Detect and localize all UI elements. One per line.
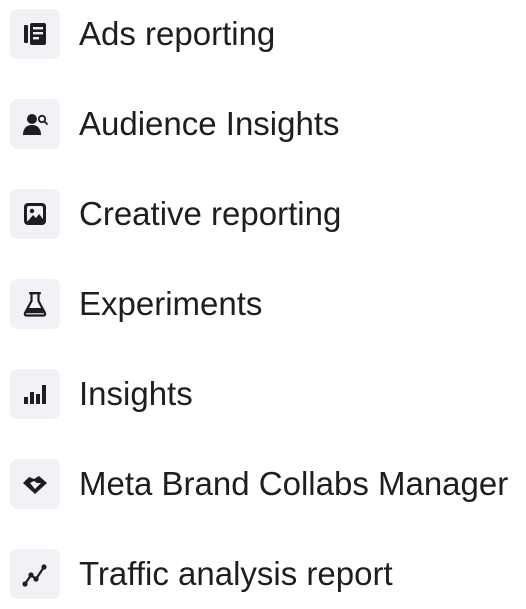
menu-item-experiments[interactable]: Experiments: [0, 269, 526, 339]
menu-item-label: Ads reporting: [79, 15, 276, 52]
menu-item-creative-reporting[interactable]: Creative reporting: [0, 179, 526, 249]
menu-item-insights[interactable]: Insights: [0, 359, 526, 429]
menu-item-audience-insights[interactable]: Audience Insights: [0, 89, 526, 159]
menu-item-traffic-analysis-report[interactable]: Traffic analysis report: [0, 539, 526, 609]
menu-item-label: Audience Insights: [79, 105, 340, 142]
menu-item-label: Creative reporting: [79, 195, 342, 232]
bar-chart-icon: [10, 369, 60, 419]
menu-item-label: Meta Brand Collabs Manager: [79, 465, 509, 502]
menu-item-label: Traffic analysis report: [79, 555, 393, 592]
audience-insights-icon: [10, 99, 60, 149]
menu-item-label: Experiments: [79, 285, 263, 322]
menu-item-label: Insights: [79, 375, 193, 412]
menu-item-ads-reporting[interactable]: Ads reporting: [0, 0, 526, 69]
ads-reporting-icon: [10, 9, 60, 59]
analyze-and-report-menu: Ads reporting Audience Insights Creative…: [0, 0, 526, 599]
image-icon: [10, 189, 60, 239]
menu-item-meta-brand-collabs-manager[interactable]: Meta Brand Collabs Manager: [0, 449, 526, 519]
handshake-icon: [10, 459, 60, 509]
flask-icon: [10, 279, 60, 329]
